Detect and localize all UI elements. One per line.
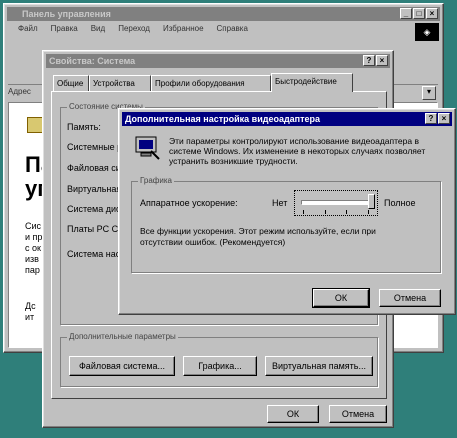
system-props-title: Свойства: Система bbox=[49, 56, 136, 66]
intro-text: Эти параметры контролируют использование… bbox=[169, 136, 426, 166]
address-dropdown-icon[interactable]: ▾ bbox=[422, 86, 436, 100]
system-props-ok-button[interactable]: ОК bbox=[267, 405, 319, 423]
tab-hardware-profiles[interactable]: Профили оборудования bbox=[151, 75, 271, 91]
menu-go[interactable]: Переход bbox=[118, 24, 150, 38]
graphics-group: Графика Аппаратное ускорение: Нет Полное… bbox=[131, 176, 441, 273]
control-panel-titlebar[interactable]: Панель управления _ □ × bbox=[7, 7, 440, 21]
minimize-button[interactable]: _ bbox=[400, 8, 412, 19]
menu-view[interactable]: Вид bbox=[91, 24, 105, 38]
video-ok-button[interactable]: ОК bbox=[312, 288, 370, 308]
memory-label: Память: bbox=[67, 122, 101, 132]
close-button[interactable]: × bbox=[438, 113, 450, 124]
virtual-memory-button[interactable]: Виртуальная память... bbox=[265, 356, 373, 376]
slider-track bbox=[301, 200, 371, 205]
control-panel-title: Панель управления bbox=[22, 9, 111, 19]
hardware-accel-label: Аппаратное ускорение: bbox=[140, 198, 238, 208]
slider-thumb[interactable] bbox=[368, 194, 375, 209]
accel-description: Все функции ускорения. Этот режим исполь… bbox=[140, 226, 376, 247]
close-button[interactable]: × bbox=[426, 8, 438, 19]
help-button[interactable]: ? bbox=[363, 55, 375, 66]
video-dialog-title: Дополнительная настройка видеоадаптера bbox=[125, 114, 321, 124]
menu-edit[interactable]: Правка bbox=[51, 24, 78, 38]
graphics-button[interactable]: Графика... bbox=[183, 356, 257, 376]
address-label: Адрес bbox=[8, 87, 31, 96]
graphics-group-label: Графика bbox=[138, 176, 174, 185]
menu-help[interactable]: Справка bbox=[217, 24, 248, 38]
menu-file[interactable]: Файл bbox=[18, 24, 38, 38]
advanced-group-label: Дополнительные параметры bbox=[67, 332, 178, 341]
video-dialog-titlebar[interactable]: Дополнительная настройка видеоадаптера ?… bbox=[122, 112, 452, 126]
system-props-titlebar[interactable]: Свойства: Система ? × bbox=[46, 54, 390, 68]
video-cancel-button[interactable]: Отмена bbox=[379, 289, 441, 307]
monitor-icon bbox=[135, 135, 161, 161]
system-props-cancel-button[interactable]: Отмена bbox=[329, 405, 387, 423]
slider-ticks bbox=[303, 210, 369, 214]
tab-devices[interactable]: Устройства bbox=[89, 75, 151, 91]
slider-min-label: Нет bbox=[272, 198, 288, 208]
file-system-button[interactable]: Файловая система... bbox=[69, 356, 175, 376]
menu-favorites[interactable]: Избранное bbox=[163, 24, 204, 38]
menu-bar: Файл Правка Вид Переход Избранное Справк… bbox=[8, 24, 248, 38]
help-button[interactable]: ? bbox=[425, 113, 437, 124]
side-text: Сис и пр с ок изв пар bbox=[25, 221, 43, 275]
close-button[interactable]: × bbox=[376, 55, 388, 66]
windows-logo-icon: ◈ bbox=[415, 23, 439, 41]
advanced-group: Дополнительные параметры Файловая систем… bbox=[60, 332, 378, 387]
side-text-bottom: Дс ит bbox=[25, 301, 36, 322]
slider-max-label: Полное bbox=[384, 198, 416, 208]
tab-general[interactable]: Общие bbox=[53, 75, 89, 91]
accel-slider[interactable] bbox=[294, 190, 378, 216]
maximize-button[interactable]: □ bbox=[413, 8, 425, 19]
video-adapter-dialog: Дополнительная настройка видеоадаптера ?… bbox=[118, 108, 456, 315]
tab-performance[interactable]: Быстродействие bbox=[271, 73, 353, 92]
